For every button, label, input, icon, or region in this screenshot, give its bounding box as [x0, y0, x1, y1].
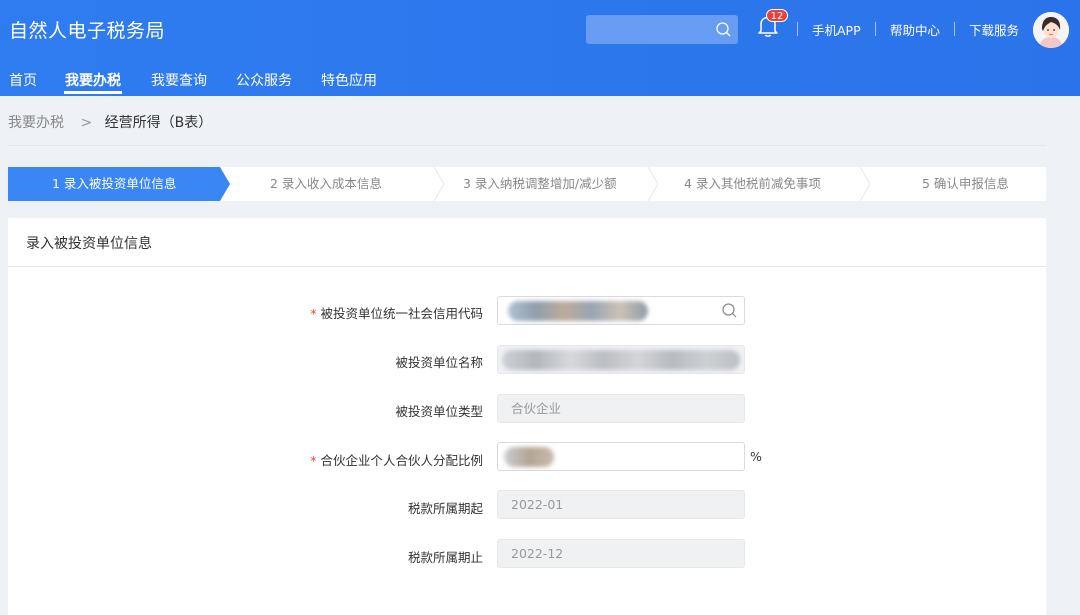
redacted-value [504, 447, 554, 467]
download-service-link[interactable]: 下载服务 [969, 20, 1019, 39]
period-start-label: 税款所属期起 [407, 501, 483, 516]
credit-code-input[interactable] [497, 296, 745, 325]
required-mark: * [310, 453, 317, 468]
breadcrumb: 我要办税 > 经营所得（B表） [8, 112, 212, 132]
search-icon[interactable] [715, 21, 732, 38]
header-divider [797, 22, 798, 36]
period-end-label: 税款所属期止 [407, 550, 483, 565]
step-3[interactable]: 3 录入纳税调整增加/减少额 [463, 167, 617, 201]
step-1[interactable]: 1 录入被投资单位信息 [52, 167, 176, 201]
nav-special-apps[interactable]: 特色应用 [321, 70, 377, 90]
breadcrumb-root[interactable]: 我要办税 [8, 115, 64, 131]
nav-home[interactable]: 首页 [9, 70, 37, 90]
credit-code-label: * 被投资单位统一社会信用代码 [310, 306, 483, 321]
redacted-value [502, 350, 740, 370]
user-avatar[interactable] [1033, 12, 1069, 48]
required-mark: * [310, 306, 317, 321]
period-end-field: 2022-12 [497, 539, 745, 568]
breadcrumb-current: 经营所得（B表） [104, 115, 213, 131]
nav-tax-handling[interactable]: 我要办税 [65, 70, 121, 90]
partner-ratio-label: * 合伙企业个人合伙人分配比例 [310, 453, 483, 468]
notification-badge: 12 [766, 9, 788, 22]
form-title-divider [8, 266, 1046, 267]
nav-active-indicator [64, 91, 122, 94]
partner-ratio-input[interactable] [497, 442, 745, 471]
help-center-link[interactable]: 帮助中心 [890, 20, 940, 39]
header-divider [954, 22, 955, 36]
step-progress: 1 录入被投资单位信息 2 录入收入成本信息 3 录入纳税调整增加/减少额 4 … [8, 167, 1046, 201]
form-title: 录入被投资单位信息 [26, 236, 152, 252]
header-divider [875, 22, 876, 36]
percent-suffix: % [750, 449, 762, 464]
step-5[interactable]: 5 确认申报信息 [922, 167, 1009, 201]
app-title: 自然人电子税务局 [9, 20, 166, 42]
nav-public-service[interactable]: 公众服务 [236, 70, 292, 90]
company-name-field [497, 345, 745, 374]
avatar-image [1033, 12, 1069, 48]
company-name-label: 被投资单位名称 [395, 355, 483, 370]
company-type-field: 合伙企业 [497, 394, 745, 423]
mobile-app-link[interactable]: 手机APP [812, 20, 861, 39]
top-header: 自然人电子税务局 12 手机APP 帮助中心 下载服务 首页 我要办税 我要查询… [0, 0, 1080, 96]
step-4[interactable]: 4 录入其他税前减免事项 [684, 167, 821, 201]
redacted-value [508, 301, 648, 321]
step-2[interactable]: 2 录入收入成本信息 [270, 167, 382, 201]
search-input[interactable] [586, 15, 738, 44]
breadcrumb-divider [8, 145, 1046, 146]
lookup-search-icon[interactable] [721, 302, 738, 319]
nav-query[interactable]: 我要查询 [151, 70, 207, 90]
period-start-field: 2022-01 [497, 490, 745, 519]
breadcrumb-separator-icon: > [80, 115, 93, 131]
company-type-label: 被投资单位类型 [395, 404, 483, 419]
form-card: 录入被投资单位信息 * 被投资单位统一社会信用代码 被投资单位名称 被投资单位类型… [8, 218, 1046, 615]
